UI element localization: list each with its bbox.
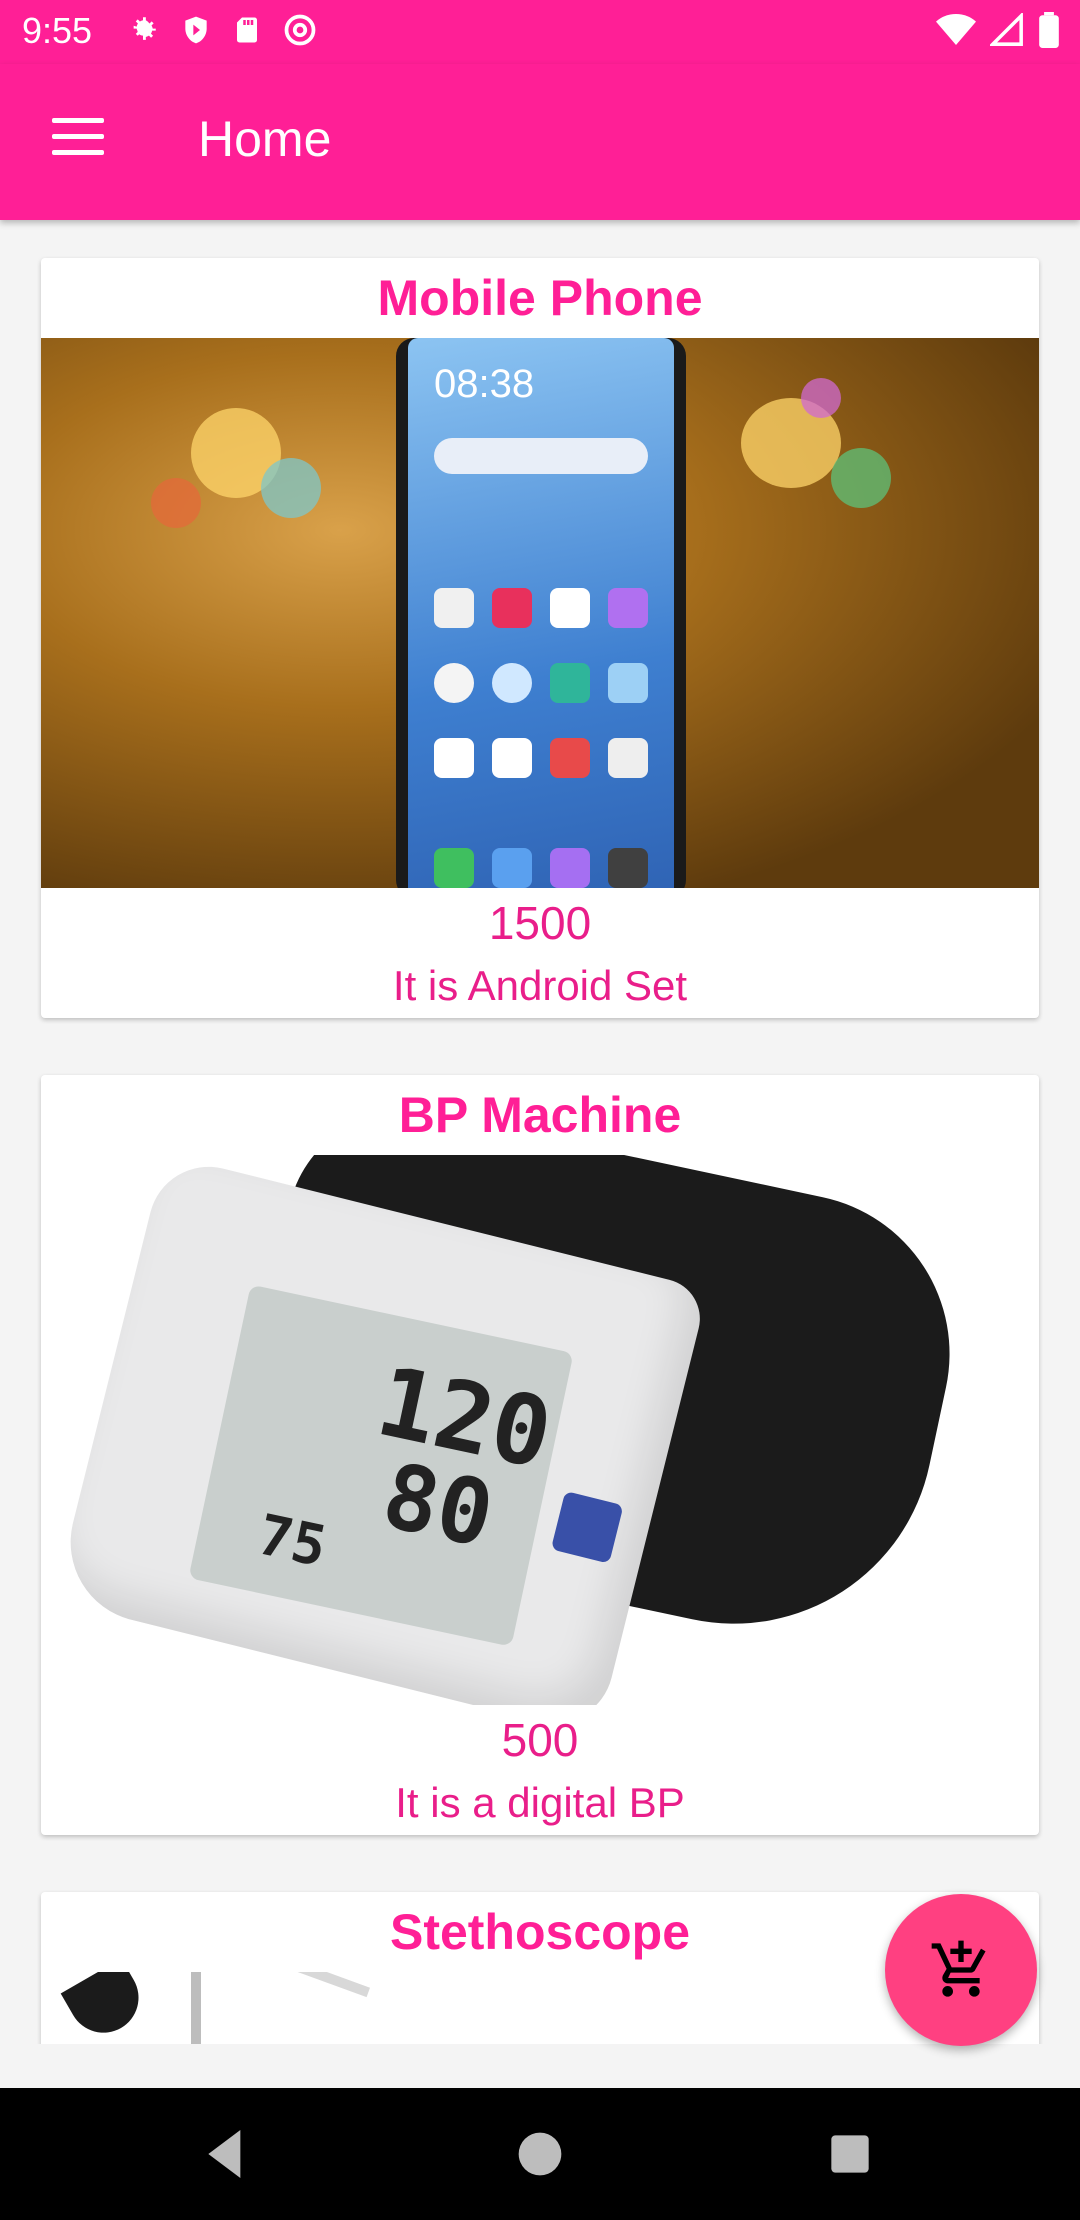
sd-card-icon — [237, 17, 257, 43]
cellular-signal-icon — [990, 13, 1023, 46]
product-description: It is Android Set — [392, 962, 688, 1009]
product-title: Mobile Phone — [377, 270, 703, 326]
product-image-mobile-phone: 08:38 — [41, 338, 1039, 888]
phone-screen-clock: 08:38 — [434, 362, 535, 406]
product-image-bp-machine: 120 80 75 — [41, 1155, 1039, 1705]
product-title: BP Machine — [398, 1087, 682, 1143]
add-to-cart-icon — [931, 1940, 986, 1997]
hamburger-menu-icon[interactable] — [40, 110, 112, 166]
status-bar: 9:55 — [0, 0, 1080, 64]
app-bar: Home — [0, 64, 1080, 220]
product-card-bp-machine[interactable]: BP Machine 120 80 75 500 It is a digital… — [41, 1075, 1039, 1835]
product-list[interactable]: Mobile Phone 08:38 1500 It is Android Se… — [0, 220, 1080, 2044]
system-nav-bar — [0, 2088, 1080, 2220]
status-time: 9:55 — [22, 10, 93, 51]
page-title: Home — [198, 111, 332, 167]
status-icons-left — [126, 12, 318, 48]
bp-pulse-reading: 75 — [252, 1502, 332, 1581]
content-bottom-strip — [0, 2044, 1080, 2086]
gear-icon — [133, 17, 156, 40]
add-to-cart-button[interactable] — [885, 1894, 1037, 2046]
product-price: 500 — [501, 1714, 579, 1766]
home-icon[interactable] — [508, 2122, 572, 2186]
recents-icon[interactable] — [818, 2122, 882, 2186]
battery-icon — [1039, 12, 1059, 48]
wifi-icon — [936, 14, 976, 45]
bp-diastolic-reading: 80 — [374, 1443, 502, 1569]
at-sign-icon — [284, 14, 316, 46]
shield-icon — [185, 16, 207, 44]
product-price: 1500 — [488, 897, 592, 949]
status-icons-right — [936, 12, 1060, 48]
product-description: It is a digital BP — [395, 1779, 685, 1826]
back-icon[interactable] — [195, 2122, 259, 2186]
product-card-mobile-phone[interactable]: Mobile Phone 08:38 1500 It is Android Se… — [41, 258, 1039, 1018]
